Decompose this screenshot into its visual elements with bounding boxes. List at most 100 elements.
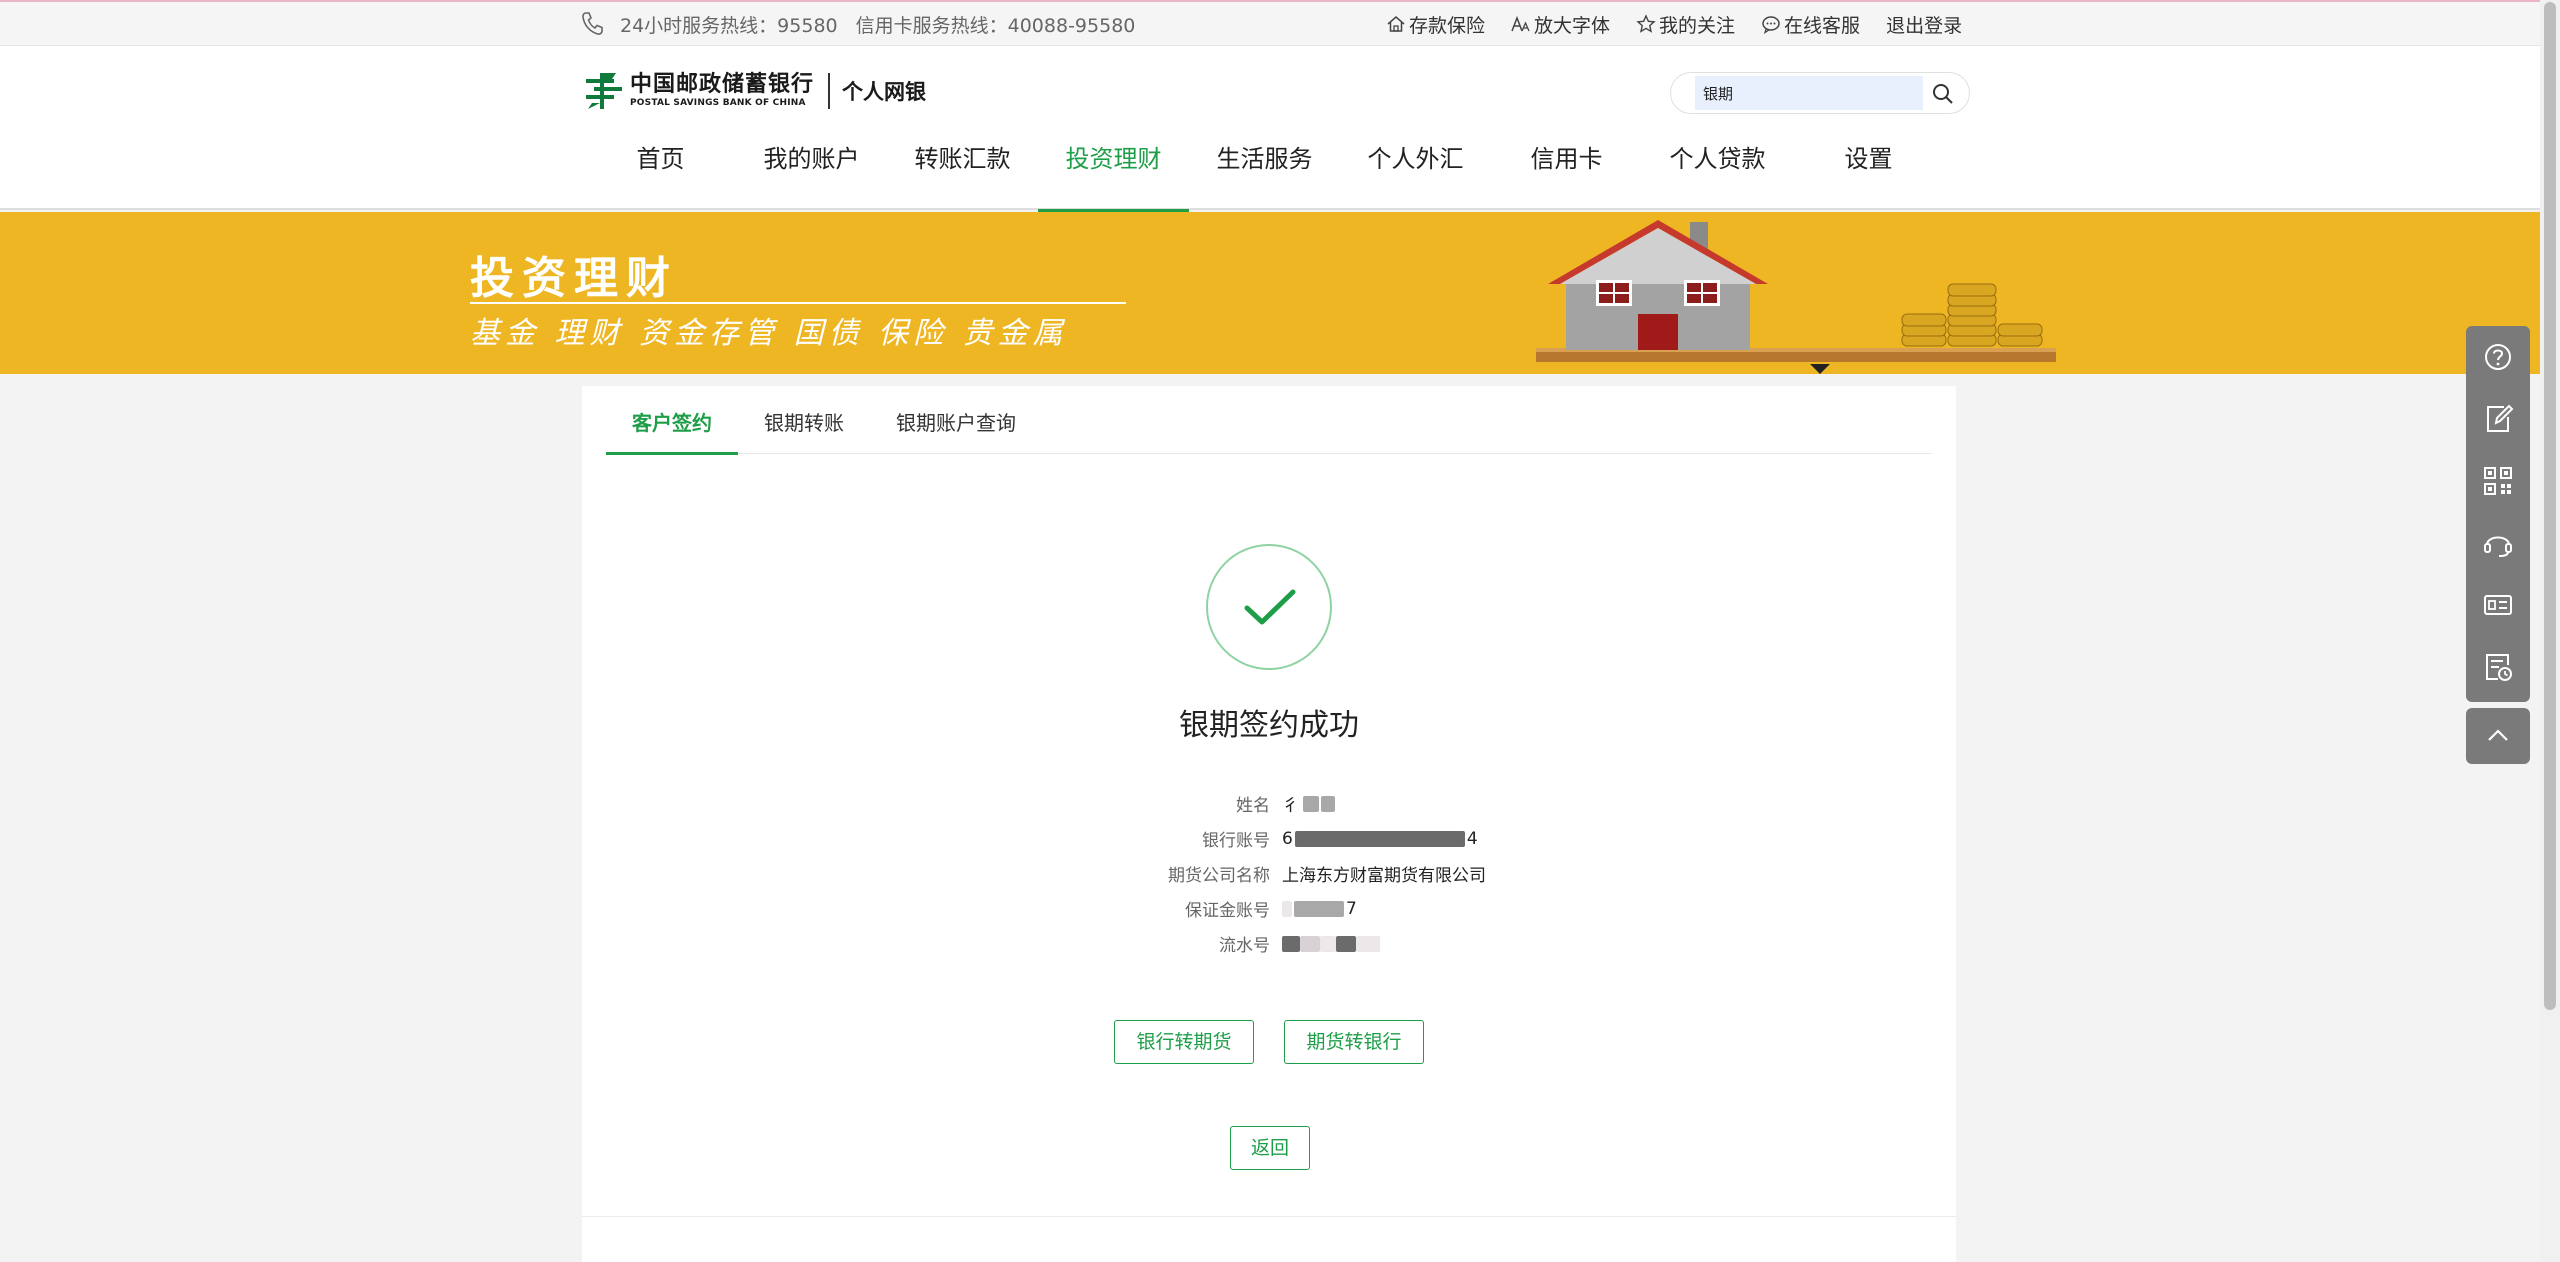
service-hotline: 24小时服务热线：95580 — [620, 14, 838, 37]
nav-item-life-services[interactable]: 生活服务 — [1189, 138, 1340, 210]
header: 中国邮政储蓄银行 POSTAL SAVINGS BANK OF CHINA 个人… — [0, 46, 2540, 212]
my-favorites-label: 我的关注 — [1659, 14, 1736, 37]
serial-number-value — [1282, 935, 1380, 952]
redacted-mask — [1282, 900, 1292, 917]
investment-banner: 投资理财 基金 理财 资金存管 国债 保险 贵金属 — [0, 212, 2540, 374]
nav-item-forex[interactable]: 个人外汇 — [1340, 138, 1491, 210]
banner-divider — [470, 302, 1126, 304]
tab-bank-futures-transfer[interactable]: 银期转账 — [738, 386, 870, 454]
bank-logo[interactable]: 中国邮政储蓄银行 POSTAL SAVINGS BANK OF CHINA 个人… — [584, 70, 926, 112]
futures-to-bank-button[interactable]: 期货转银行 — [1284, 1020, 1424, 1064]
star-icon — [1636, 14, 1656, 33]
deposit-insurance-label: 存款保险 — [1409, 14, 1486, 37]
customer-name-value: 彳 — [1282, 791, 1335, 816]
detail-label: 流水号 — [1219, 936, 1270, 956]
redacted-mask — [1321, 795, 1335, 812]
nav-item-investment[interactable]: 投资理财 — [1038, 138, 1189, 212]
records-button[interactable] — [2466, 636, 2530, 698]
tab-account-query[interactable]: 银期账户查询 — [870, 386, 1042, 454]
top-utility-bar: 24小时服务热线：95580 信用卡服务热线：40088-95580 存款保险 … — [0, 0, 2540, 46]
sub-tabs: 客户签约 银期转账 银期账户查询 — [606, 386, 1932, 455]
bank-account-suffix: 4 — [1466, 828, 1478, 849]
online-service-label: 在线客服 — [1784, 14, 1861, 37]
redacted-mask — [1356, 935, 1380, 952]
psbc-logo-icon — [586, 73, 622, 109]
nav-item-transfer[interactable]: 转账汇款 — [887, 138, 1038, 210]
phone-icon — [582, 12, 603, 35]
bank-to-futures-button[interactable]: 银行转期货 — [1114, 1020, 1254, 1064]
banner-subtitle: 基金 理财 资金存管 国债 保险 贵金属 — [470, 316, 1068, 351]
detail-label: 期货公司名称 — [1168, 866, 1270, 886]
enlarge-font-link[interactable]: 放大字体 — [1511, 11, 1610, 38]
redacted-mask — [1282, 935, 1300, 952]
redacted-mask — [1300, 935, 1320, 952]
detail-row-margin-account: 保证金账号 7 — [1142, 891, 1486, 926]
redacted-mask — [1294, 900, 1344, 917]
chat-icon — [1762, 16, 1780, 34]
nav-item-loans[interactable]: 个人贷款 — [1642, 138, 1793, 210]
top-links: 存款保险 放大字体 我的关注 在线客服 退出登录 — [1386, 10, 1962, 38]
page-scrollbar[interactable] — [2540, 0, 2560, 1262]
detail-row-bank-account: 银行账号 6 4 — [1142, 821, 1486, 856]
headset-icon — [2484, 536, 2512, 557]
signing-details: 姓名 彳 银行账号 6 4 期货公司名称 上海东方财富期货有限公司 保证金账号 — [1142, 786, 1486, 961]
checkmark-icon — [1244, 589, 1296, 625]
qrcode-icon — [2484, 467, 2512, 495]
card-divider — [582, 1216, 1956, 1217]
card-button[interactable] — [2466, 574, 2530, 636]
margin-account-value: 7 — [1282, 899, 1357, 919]
redacted-mask — [1294, 830, 1465, 847]
deposit-insurance-link[interactable]: 存款保险 — [1386, 11, 1485, 38]
search-box — [1670, 72, 1970, 114]
content-card: 客户签约 银期转账 银期账户查询 银期签约成功 姓名 彳 银行账号 6 4 期货… — [582, 386, 1956, 1262]
customer-name-text: 彳 — [1282, 796, 1299, 816]
bank-name-cn: 中国邮政储蓄银行 — [630, 72, 815, 97]
help-icon — [2485, 344, 2511, 370]
bank-account-value: 6 4 — [1282, 829, 1478, 849]
bank-name-en: POSTAL SAVINGS BANK OF CHINA — [630, 98, 806, 108]
nav-item-home[interactable]: 首页 — [585, 138, 736, 210]
edit-button[interactable] — [2466, 388, 2530, 450]
success-title: 银期签约成功 — [1179, 708, 1359, 743]
nav-item-my-account[interactable]: 我的账户 — [736, 138, 887, 210]
floating-toolbar — [2466, 326, 2530, 702]
search-input[interactable] — [1695, 76, 1923, 110]
margin-account-text: 7 — [1346, 898, 1357, 919]
font-size-icon — [1511, 15, 1530, 32]
redacted-mask — [1320, 935, 1336, 952]
tab-customer-signing[interactable]: 客户签约 — [606, 386, 738, 455]
detail-row-serial-number: 流水号 — [1142, 926, 1486, 961]
success-indicator — [1206, 544, 1332, 670]
detail-label: 保证金账号 — [1185, 901, 1270, 921]
nav-item-credit-card[interactable]: 信用卡 — [1491, 138, 1642, 210]
scrollbar-thumb[interactable] — [2544, 2, 2556, 1010]
logout-link[interactable]: 退出登录 — [1886, 11, 1962, 38]
redacted-mask — [1336, 935, 1356, 952]
home-icon — [1387, 16, 1405, 32]
detail-label: 姓名 — [1236, 796, 1270, 816]
hotline-info: 24小时服务热线：95580 信用卡服务热线：40088-95580 — [580, 10, 1135, 38]
nav-item-settings[interactable]: 设置 — [1793, 138, 1944, 210]
online-service-link[interactable]: 在线客服 — [1761, 11, 1860, 38]
banner-title: 投资理财 — [470, 253, 678, 304]
qrcode-button[interactable] — [2466, 450, 2530, 512]
logout-label: 退出登录 — [1886, 14, 1963, 37]
redacted-mask — [1303, 795, 1319, 812]
personal-banking-label: 个人网银 — [842, 80, 927, 104]
detail-row-name: 姓名 彳 — [1142, 786, 1486, 821]
chevron-up-icon — [2488, 729, 2508, 741]
my-favorites-link[interactable]: 我的关注 — [1636, 11, 1735, 38]
edit-icon — [2487, 404, 2514, 432]
customer-service-button[interactable] — [2466, 512, 2530, 574]
back-to-top-button[interactable] — [2466, 708, 2530, 764]
detail-row-futures-company: 期货公司名称 上海东方财富期货有限公司 — [1142, 856, 1486, 891]
enlarge-font-label: 放大字体 — [1534, 14, 1611, 37]
record-icon — [2486, 654, 2512, 681]
bank-account-text: 6 — [1282, 828, 1293, 849]
help-button[interactable] — [2466, 326, 2530, 388]
main-nav: 首页 我的账户 转账汇款 投资理财 生活服务 个人外汇 信用卡 个人贷款 设置 — [585, 138, 1944, 212]
bank-names: 中国邮政储蓄银行 POSTAL SAVINGS BANK OF CHINA — [630, 73, 814, 109]
search-icon[interactable] — [1931, 82, 1955, 106]
back-button[interactable]: 返回 — [1230, 1126, 1310, 1170]
logo-divider — [828, 73, 831, 109]
